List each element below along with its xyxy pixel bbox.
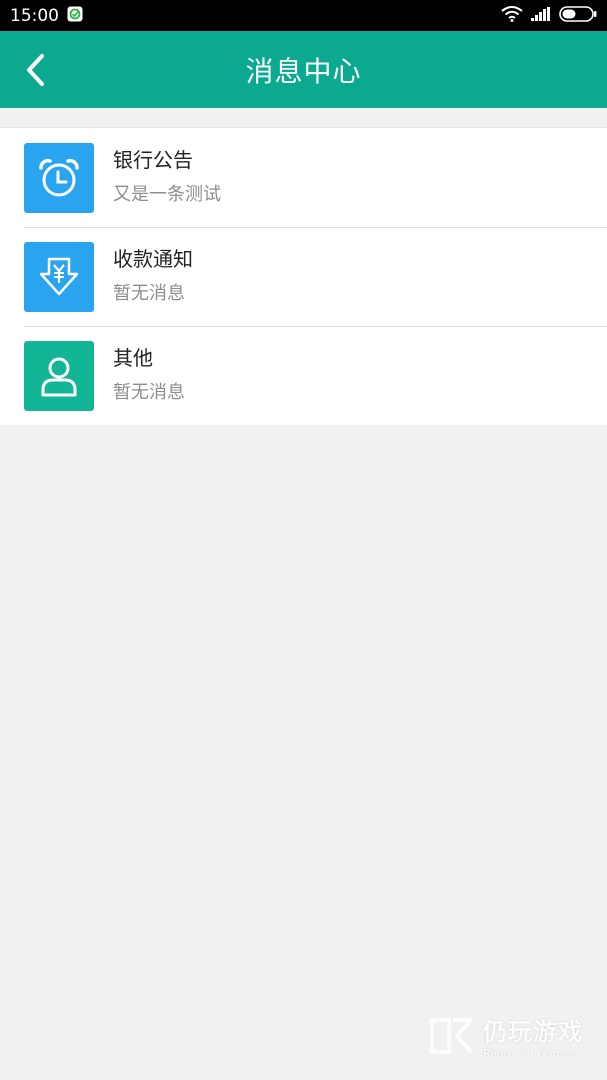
- page-title: 消息中心: [245, 54, 362, 88]
- chevron-left-icon: [27, 54, 44, 86]
- message-item-bank-announcement[interactable]: 银行公告 又是一条测试: [0, 128, 607, 227]
- status-bar: 15:00: [0, 0, 607, 31]
- wifi-icon: [501, 5, 523, 26]
- message-item-preview: 又是一条测试: [113, 184, 221, 205]
- message-item-title: 收款通知: [113, 247, 193, 271]
- message-list: 银行公告 又是一条测试 收款通知 暂无消息 其他 暂无消息: [0, 127, 607, 425]
- back-button[interactable]: [18, 51, 52, 89]
- message-item-payment-notice[interactable]: 收款通知 暂无消息: [0, 227, 607, 326]
- person-icon: [24, 341, 94, 411]
- message-item-other[interactable]: 其他 暂无消息: [0, 326, 607, 425]
- message-item-preview: 暂无消息: [113, 382, 185, 403]
- message-item-title: 其他: [113, 346, 153, 370]
- wechat-icon: [67, 6, 83, 26]
- yuan-download-icon: [24, 242, 94, 312]
- watermark-name: 仍玩游戏: [483, 1018, 583, 1046]
- status-time: 15:00: [10, 5, 59, 26]
- watermark-logo-icon: [430, 1018, 473, 1054]
- message-item-preview: 暂无消息: [113, 283, 185, 304]
- alarm-clock-icon: [24, 143, 94, 213]
- app-bar: 消息中心: [0, 31, 607, 108]
- watermark: 仍玩游戏 Rengwan Games: [429, 1012, 583, 1060]
- message-item-title: 银行公告: [113, 148, 193, 172]
- signal-icon: [531, 6, 551, 25]
- battery-icon: [559, 5, 597, 26]
- watermark-subtitle: Rengwan Games: [483, 1047, 576, 1060]
